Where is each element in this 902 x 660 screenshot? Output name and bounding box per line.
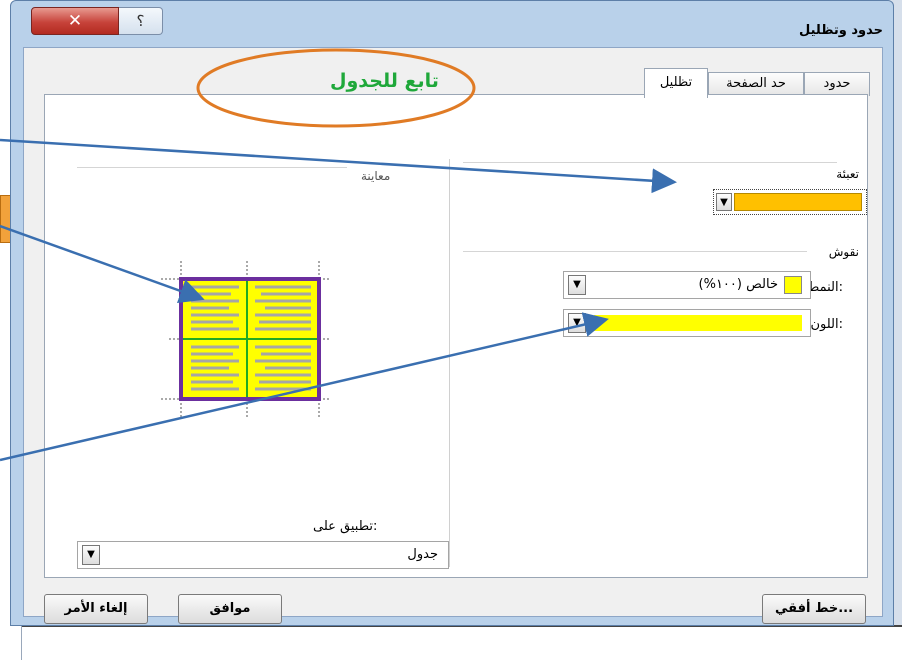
style-swatch <box>784 276 802 294</box>
tab-shading[interactable]: تظليل <box>644 68 708 98</box>
fill-color-swatch <box>734 193 862 211</box>
preview-separator <box>77 167 347 168</box>
background-table-row <box>22 625 902 660</box>
apply-to-select[interactable]: ▼ جدول <box>77 541 449 569</box>
style-label: النمط: <box>807 280 843 295</box>
close-button[interactable]: ✕ <box>31 7 119 35</box>
apply-dropdown-arrow[interactable]: ▼ <box>82 545 100 565</box>
style-value: خالص (١٠٠%) <box>698 277 778 292</box>
cancel-button[interactable]: إلغاء الأمر <box>44 594 148 624</box>
patterns-separator <box>463 251 807 252</box>
style-select[interactable]: ▼ خالص (١٠٠%) <box>563 271 811 299</box>
fill-color-picker[interactable]: ▼ <box>713 189 867 215</box>
borders-shading-dialog: ✕ ؟ حدود وتظليل حدود حد الصفحة تظليل تعب… <box>10 0 894 626</box>
close-icon: ✕ <box>67 11 83 31</box>
fill-separator <box>463 162 837 163</box>
fill-label: تعبئة <box>836 167 859 181</box>
ok-button[interactable]: موافق <box>178 594 282 624</box>
tab-borders[interactable]: حدود <box>804 72 870 96</box>
apply-to-value: جدول <box>407 547 438 562</box>
help-icon: ؟ <box>136 12 145 30</box>
patterns-label: نقوش <box>828 245 859 259</box>
pattern-color-select[interactable]: ▼ <box>563 309 811 337</box>
vertical-divider <box>449 159 450 567</box>
horizontal-line-button[interactable]: خط أفقي... <box>762 594 866 624</box>
preview-table <box>161 259 331 417</box>
help-button[interactable]: ؟ <box>119 7 163 35</box>
shading-tab-page: تعبئة ▼ نقوش النمط: ▼ خالص (١٠٠%) اللون:… <box>44 94 868 578</box>
pattern-color-swatch <box>594 315 802 331</box>
dialog-title: حدود وتظليل <box>799 23 883 38</box>
apply-to-label: تطبيق على: <box>313 519 378 534</box>
dialog-client: حدود حد الصفحة تظليل تعبئة ▼ نقوش النمط:… <box>23 47 883 624</box>
tab-page-border[interactable]: حد الصفحة <box>708 72 804 96</box>
annotation-text: تابع للجدول <box>330 70 439 92</box>
fill-dropdown-arrow[interactable]: ▼ <box>716 193 732 211</box>
color-dropdown-arrow[interactable]: ▼ <box>568 313 586 333</box>
color-label: اللون: <box>810 317 843 332</box>
title-bar: ✕ ؟ حدود وتظليل <box>11 1 893 47</box>
style-dropdown-arrow[interactable]: ▼ <box>568 275 586 295</box>
preview-label: معاينة <box>361 169 391 183</box>
